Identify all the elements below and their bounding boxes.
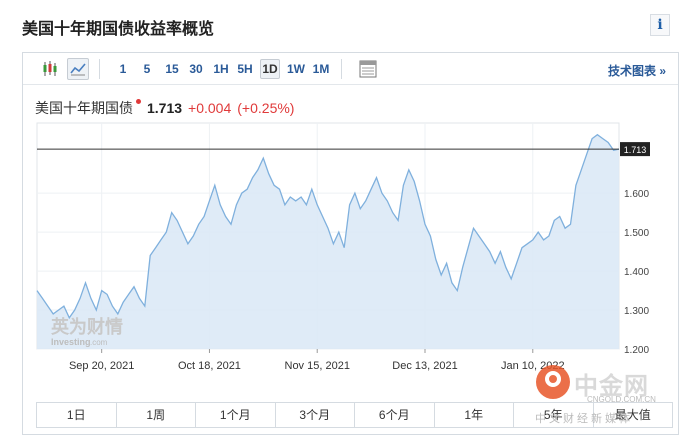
y-tick-label: 1.300 (624, 306, 649, 317)
y-tick-label: 1.600 (624, 189, 649, 200)
quote-header: 美国十年期国债 1.713 +0.004 (+0.25%) (35, 98, 300, 118)
investing-watermark-sub: Investing (51, 337, 91, 347)
cngold-subtitle-watermark: 中文财经新媒体 (535, 413, 633, 425)
x-tick-label: Dec 13, 2021 (392, 360, 457, 372)
x-tick-label: Sep 20, 2021 (69, 360, 134, 372)
price-change: +0.004 (188, 100, 232, 116)
instrument-name: 美国十年期国债 (35, 100, 133, 116)
page-title: 美国十年期国债收益率概览 (22, 21, 215, 38)
y-tick-label: 1.400 (624, 267, 649, 278)
y-tick-label: 1.200 (624, 345, 649, 356)
range-button-3m[interactable]: 3个月 (276, 403, 355, 427)
cngold-logo-icon (536, 365, 570, 399)
investing-watermark-suffix: .com (90, 338, 108, 347)
range-button-6m[interactable]: 6个月 (355, 403, 435, 427)
cngold-url-watermark: CNGOLD.COM.CN (587, 395, 656, 404)
last-price: 1.713 (147, 100, 183, 116)
range-button-1d[interactable]: 1日 (37, 403, 117, 427)
live-indicator-dot (136, 99, 141, 104)
range-button-1m[interactable]: 1个月 (196, 403, 276, 427)
y-tick-label: 1.500 (624, 228, 649, 239)
investing-watermark-brand: 英为财情 (50, 316, 123, 338)
x-tick-label: Oct 18, 2021 (178, 360, 241, 372)
price-change-percent: (+0.25%) (237, 100, 295, 116)
info-button[interactable]: i (650, 14, 670, 36)
range-button-1w[interactable]: 1周 (117, 403, 196, 427)
last-price-tag-label: 1.713 (624, 145, 647, 155)
x-tick-label: Nov 15, 2021 (285, 360, 350, 372)
range-button-1y[interactable]: 1年 (435, 403, 514, 427)
